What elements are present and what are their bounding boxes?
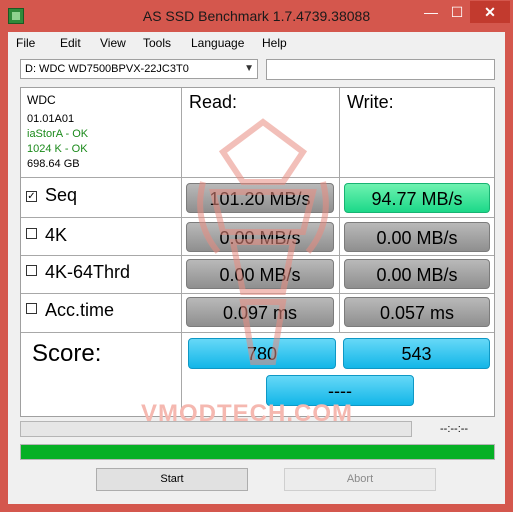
4k-checkbox[interactable] <box>26 228 37 239</box>
acctime-checkbox[interactable] <box>26 303 37 314</box>
row-4k64-label[interactable]: 4K-64Thrd <box>26 262 130 283</box>
grid-divider <box>21 177 494 178</box>
menu-tools[interactable]: Tools <box>143 36 171 50</box>
row-seq-label[interactable]: ✓ Seq <box>26 185 77 206</box>
grid-divider <box>21 217 494 218</box>
alignment-status: 1024 K - OK <box>27 143 88 155</box>
acctime-read-result: 0.097 ms <box>186 297 334 327</box>
4k64-checkbox[interactable] <box>26 265 37 276</box>
driver-status: iaStorA - OK <box>27 128 89 140</box>
grid-divider <box>21 293 494 294</box>
start-button[interactable]: Start <box>96 468 248 491</box>
4k-label-text: 4K <box>45 225 68 245</box>
acctime-label-text: Acc.time <box>45 300 115 320</box>
elapsed-time: --:--:-- <box>440 423 469 435</box>
drive-text-field[interactable] <box>266 59 495 80</box>
write-column-header: Write: <box>347 92 394 112</box>
close-button[interactable]: ✕ <box>470 1 510 23</box>
menu-edit[interactable]: Edit <box>60 36 81 50</box>
drive-dropdown-value: D: WDC WD7500BPVX-22JC3T0 <box>25 63 189 75</box>
benchmark-progress-bar <box>20 421 412 437</box>
drive-model: WDC <box>27 93 56 107</box>
row-acctime-label[interactable]: Acc.time <box>26 300 114 321</box>
client-area: File Edit View Tools Language Help D: WD… <box>8 32 505 504</box>
grid-divider <box>21 255 494 256</box>
4k64-label-text: 4K-64Thrd <box>45 262 131 282</box>
4k64-write-result: 0.00 MB/s <box>344 259 490 289</box>
results-grid: WDC 01.01A01 iaStorA - OK 1024 K - OK 69… <box>20 87 495 417</box>
4k-write-result: 0.00 MB/s <box>344 222 490 252</box>
menu-language[interactable]: Language <box>191 36 244 50</box>
overall-progress-fill <box>21 445 494 459</box>
score-read: 780 <box>188 338 336 369</box>
read-column-header: Read: <box>189 92 238 112</box>
seq-read-result: 101.20 MB/s <box>186 183 334 213</box>
seq-checkbox[interactable]: ✓ <box>26 191 37 202</box>
grid-divider <box>339 88 340 332</box>
title-bar[interactable]: AS SSD Benchmark 1.7.4739.38088 — ☐ ✕ <box>0 0 513 32</box>
4k64-read-result: 0.00 MB/s <box>186 259 334 289</box>
menu-help[interactable]: Help <box>262 36 287 50</box>
overall-progress-bar <box>20 444 495 460</box>
4k-read-result: 0.00 MB/s <box>186 222 334 252</box>
chevron-down-icon: ▼ <box>244 63 254 74</box>
row-4k-label[interactable]: 4K <box>26 225 67 246</box>
score-label: Score: <box>32 340 102 367</box>
menu-bar: File Edit View Tools Language Help <box>8 32 505 54</box>
abort-button[interactable]: Abort <box>284 468 436 491</box>
app-window: AS SSD Benchmark 1.7.4739.38088 — ☐ ✕ Fi… <box>0 0 513 512</box>
seq-label-text: Seq <box>45 185 78 205</box>
seq-write-result: 94.77 MB/s <box>344 183 490 213</box>
menu-file[interactable]: File <box>16 36 35 50</box>
maximize-button[interactable]: ☐ <box>444 1 470 23</box>
grid-divider <box>21 332 494 333</box>
drive-dropdown[interactable]: D: WDC WD7500BPVX-22JC3T0 ▼ <box>20 59 258 79</box>
drive-firmware: 01.01A01 <box>27 113 75 125</box>
score-write: 543 <box>343 338 490 369</box>
drive-size: 698.64 GB <box>27 158 80 170</box>
grid-divider <box>181 88 182 416</box>
menu-view[interactable]: View <box>100 36 126 50</box>
acctime-write-result: 0.057 ms <box>344 297 490 327</box>
minimize-button[interactable]: — <box>418 1 444 23</box>
